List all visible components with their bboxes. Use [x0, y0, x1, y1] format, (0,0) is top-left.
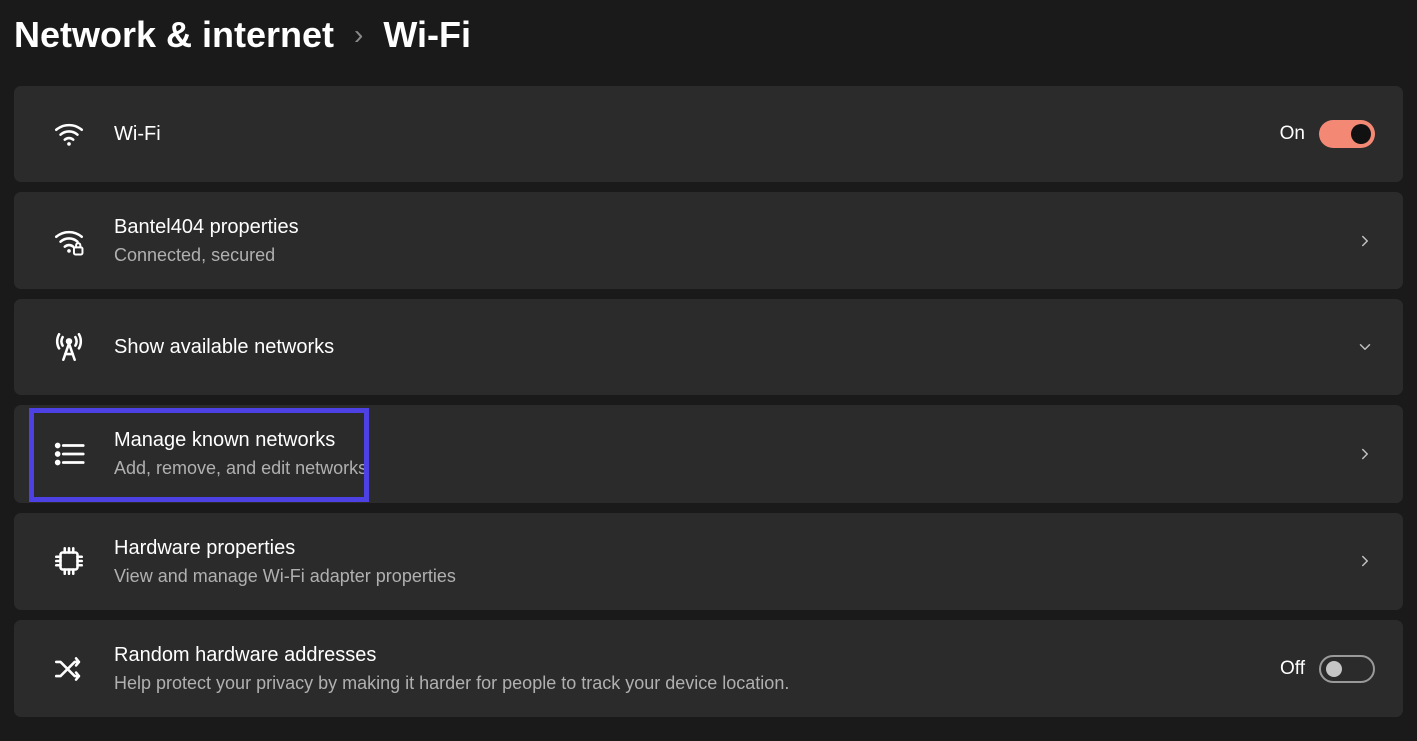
known-networks-title: Manage known networks [114, 427, 1355, 454]
breadcrumb-parent[interactable]: Network & internet [14, 14, 334, 56]
chevron-right-icon [1355, 444, 1375, 464]
shuffle-icon [48, 652, 90, 686]
chevron-right-icon: › [354, 19, 363, 51]
settings-list: Wi-Fi On Bantel404 properties Connected,… [0, 86, 1417, 717]
chevron-down-icon [1355, 337, 1375, 357]
wifi-title: Wi-Fi [114, 121, 1280, 148]
wifi-secured-icon [48, 224, 90, 258]
known-networks-subtitle: Add, remove, and edit networks [114, 456, 1355, 480]
wifi-icon [48, 117, 90, 151]
wifi-toggle-state: On [1280, 123, 1305, 145]
breadcrumb: Network & internet › Wi-Fi [0, 0, 1417, 86]
network-properties-title: Bantel404 properties [114, 214, 1355, 241]
wifi-toggle[interactable] [1319, 120, 1375, 148]
list-icon [48, 437, 90, 471]
hardware-properties-subtitle: View and manage Wi-Fi adapter properties [114, 564, 1355, 588]
known-networks-card[interactable]: Manage known networks Add, remove, and e… [14, 405, 1403, 502]
random-hw-toggle[interactable] [1319, 655, 1375, 683]
chevron-right-icon [1355, 551, 1375, 571]
random-hw-subtitle: Help protect your privacy by making it h… [114, 671, 1280, 695]
hardware-properties-title: Hardware properties [114, 535, 1355, 562]
hardware-properties-card[interactable]: Hardware properties View and manage Wi-F… [14, 513, 1403, 610]
network-properties-subtitle: Connected, secured [114, 243, 1355, 267]
random-hw-addresses-card[interactable]: Random hardware addresses Help protect y… [14, 620, 1403, 717]
chip-icon [48, 544, 90, 578]
random-hw-toggle-state: Off [1280, 658, 1305, 680]
wifi-toggle-card[interactable]: Wi-Fi On [14, 86, 1403, 182]
random-hw-title: Random hardware addresses [114, 642, 1280, 669]
available-networks-card[interactable]: Show available networks [14, 299, 1403, 395]
available-networks-title: Show available networks [114, 334, 1355, 361]
antenna-icon [48, 330, 90, 364]
breadcrumb-current: Wi-Fi [383, 14, 471, 56]
network-properties-card[interactable]: Bantel404 properties Connected, secured [14, 192, 1403, 289]
chevron-right-icon [1355, 231, 1375, 251]
